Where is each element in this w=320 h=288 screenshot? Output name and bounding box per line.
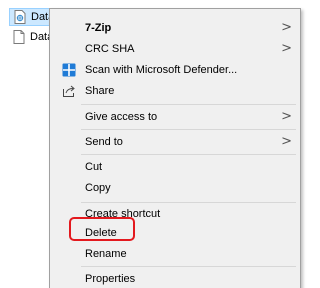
menu-separator: [81, 266, 296, 267]
submenu-arrow-icon: >: [281, 134, 292, 149]
menu-item-copy[interactable]: Copy: [52, 177, 298, 198]
menu-item-give-access[interactable]: Give access to >: [52, 106, 298, 127]
menu-separator: [81, 104, 296, 105]
menu-item-label: Give access to: [85, 110, 158, 123]
menu-item-properties[interactable]: Properties: [52, 268, 298, 288]
share-icon: [61, 83, 77, 99]
context-menu: 7-Zip > CRC SHA > Scan with Microsoft De…: [49, 8, 301, 288]
menu-item-scan-defender[interactable]: Scan with Microsoft Defender...: [52, 59, 298, 80]
menu-item-send-to[interactable]: Send to >: [52, 131, 298, 152]
menu-item-share[interactable]: Share: [52, 80, 298, 101]
delete-highlight-ring: [69, 217, 135, 241]
menu-item-label: Rename: [85, 247, 127, 260]
menu-item-label: Scan with Microsoft Defender...: [85, 63, 238, 76]
menu-item-label: Copy: [85, 181, 111, 194]
menu-separator: [81, 129, 296, 130]
submenu-arrow-icon: >: [281, 20, 292, 35]
menu-item-label: 7-Zip: [85, 21, 112, 34]
file-icon: [13, 10, 27, 24]
submenu-arrow-icon: >: [281, 41, 292, 56]
file-icon: [12, 30, 26, 44]
menu-item-cut[interactable]: Cut: [52, 156, 298, 177]
explorer-stage: Data Data 7-Zip > CRC SHA > Scan with Mi…: [0, 0, 301, 288]
menu-item-7zip[interactable]: 7-Zip >: [52, 17, 298, 38]
menu-separator: [81, 154, 296, 155]
menu-item-crc-sha[interactable]: CRC SHA >: [52, 38, 298, 59]
defender-shield-icon: [61, 62, 77, 78]
menu-item-label: Properties: [85, 272, 136, 285]
submenu-arrow-icon: >: [281, 109, 292, 124]
menu-item-label: CRC SHA: [85, 42, 135, 55]
menu-item-label: Cut: [85, 160, 103, 173]
menu-item-label: Share: [85, 84, 115, 97]
menu-item-label: Send to: [85, 135, 123, 148]
menu-item-rename[interactable]: Rename: [52, 243, 298, 264]
